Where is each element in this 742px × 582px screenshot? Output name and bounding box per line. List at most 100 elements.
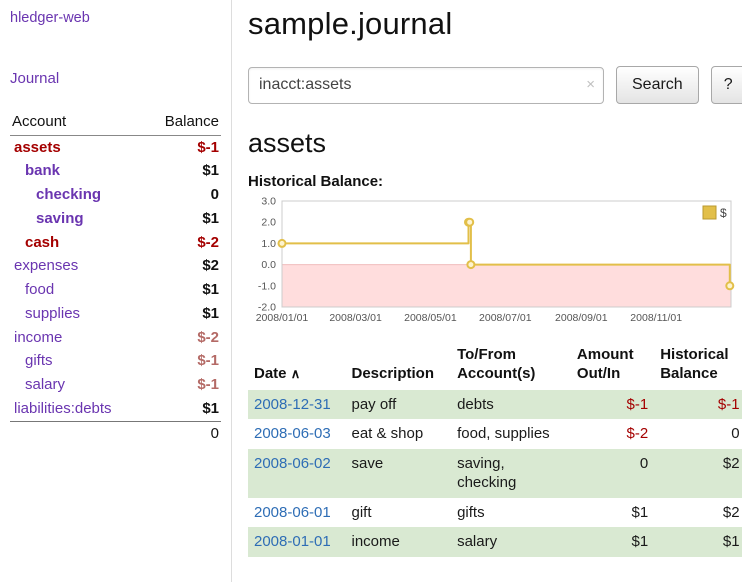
account-balance: $2: [202, 257, 219, 276]
account-balance: $-2: [197, 329, 219, 348]
txn-row: 2008-06-03 eat & shop food, supplies $-2…: [248, 419, 742, 449]
account-link[interactable]: bank: [12, 162, 60, 181]
txn-header-balance[interactable]: Historical Balance: [654, 342, 742, 390]
txn-amount: $1: [571, 527, 654, 557]
account-link[interactable]: expenses: [12, 257, 78, 276]
balance-chart-svg: 3.02.01.00.0-1.0-2.02008/01/012008/03/01…: [248, 194, 736, 332]
txn-accounts: salary: [451, 527, 571, 557]
account-balance: $1: [202, 210, 219, 229]
account-link[interactable]: assets: [12, 139, 61, 158]
txn-amount: 0: [571, 449, 654, 498]
txn-header-description[interactable]: Description: [345, 342, 451, 390]
account-row: salary $-1: [10, 374, 221, 398]
account-row: assets $-1: [10, 136, 221, 160]
txn-accounts: gifts: [451, 498, 571, 528]
search-input-wrap: ×: [248, 67, 604, 104]
txn-accounts: food, supplies: [451, 419, 571, 449]
accounts-total-row: 0: [10, 421, 221, 445]
sidebar-journal-link[interactable]: Journal: [10, 70, 221, 87]
txn-accounts: saving, checking: [451, 449, 571, 498]
txn-balance: $2: [654, 498, 742, 528]
txn-description: eat & shop: [345, 419, 451, 449]
account-balance: $-2: [197, 234, 219, 253]
account-heading: assets: [248, 128, 742, 159]
historical-balance-chart: 3.02.01.00.0-1.0-2.02008/01/012008/03/01…: [248, 194, 742, 332]
account-balance: $-1: [197, 352, 219, 371]
y-tick-label: 2.0: [261, 217, 276, 229]
txn-row: 2008-01-01 income salary $1 $1: [248, 527, 742, 557]
accounts-header-balance: Balance: [165, 113, 219, 130]
account-row: checking 0: [10, 184, 221, 208]
txn-balance: $-1: [654, 390, 742, 420]
accounts-list: assets $-1 bank $1 checking 0 saving $1 …: [10, 136, 221, 421]
txn-balance: $1: [654, 527, 742, 557]
txn-date-link[interactable]: 2008-06-02: [254, 455, 331, 472]
txn-description: pay off: [345, 390, 451, 420]
x-tick-label: 2008/03/01: [329, 312, 382, 324]
search-button[interactable]: Search: [616, 66, 699, 104]
data-point-marker: [279, 240, 286, 247]
x-tick-label: 2008/07/01: [479, 312, 532, 324]
sidebar: hledger-web Journal Account Balance asse…: [0, 0, 232, 582]
account-link[interactable]: supplies: [12, 305, 80, 324]
account-row: food $1: [10, 279, 221, 303]
account-link[interactable]: liabilities:debts: [12, 400, 112, 419]
page-title: sample.journal: [248, 6, 742, 42]
account-row: supplies $1: [10, 302, 221, 326]
account-link[interactable]: income: [12, 329, 62, 348]
account-row: expenses $2: [10, 255, 221, 279]
x-tick-label: 2008/01/01: [256, 312, 309, 324]
txn-balance: $2: [654, 449, 742, 498]
txn-description: gift: [345, 498, 451, 528]
txn-header-accounts[interactable]: To/From Account(s): [451, 342, 571, 390]
help-button[interactable]: ?: [711, 66, 742, 104]
txn-amount: $-2: [571, 419, 654, 449]
transactions-table: Date ∧ Description To/From Account(s) Am…: [248, 342, 742, 557]
clear-search-icon[interactable]: ×: [586, 77, 595, 92]
search-input[interactable]: [248, 67, 604, 104]
txn-date-link[interactable]: 2008-06-01: [254, 504, 331, 521]
txn-description: save: [345, 449, 451, 498]
account-link[interactable]: food: [12, 281, 54, 300]
transactions-header-row: Date ∧ Description To/From Account(s) Am…: [248, 342, 742, 390]
txn-row: 2008-06-02 save saving, checking 0 $2: [248, 449, 742, 498]
account-balance: $1: [202, 305, 219, 324]
app: hledger-web Journal Account Balance asse…: [0, 0, 742, 582]
account-link[interactable]: salary: [12, 376, 65, 395]
data-point-marker: [467, 261, 474, 268]
txn-header-amount[interactable]: Amount Out/In: [571, 342, 654, 390]
chart-title: Historical Balance:: [248, 173, 742, 190]
legend-label: $: [720, 206, 727, 220]
search-bar: × Search ?: [248, 66, 742, 104]
txn-accounts: debts: [451, 390, 571, 420]
main-content: sample.journal × Search ? assets Histori…: [232, 0, 742, 582]
txn-amount: $-1: [571, 390, 654, 420]
transactions-body: 2008-12-31 pay off debts $-1 $-1 2008-06…: [248, 390, 742, 557]
y-tick-label: 3.0: [261, 196, 276, 208]
account-link[interactable]: checking: [12, 186, 101, 205]
account-link[interactable]: gifts: [12, 352, 53, 371]
txn-amount: $1: [571, 498, 654, 528]
txn-date-link[interactable]: 2008-06-03: [254, 425, 331, 442]
account-balance: $1: [202, 281, 219, 300]
data-point-marker: [726, 282, 733, 289]
txn-row: 2008-06-01 gift gifts $1 $2: [248, 498, 742, 528]
account-link[interactable]: saving: [12, 210, 84, 229]
accounts-header: Account Balance: [10, 111, 221, 136]
account-link[interactable]: cash: [12, 234, 59, 253]
txn-header-date[interactable]: Date ∧: [248, 342, 345, 390]
y-tick-label: -1.0: [258, 280, 276, 292]
app-brand-link[interactable]: hledger-web: [10, 10, 221, 26]
txn-balance: 0: [654, 419, 742, 449]
account-balance: $-1: [197, 376, 219, 395]
x-tick-label: 2008/09/01: [555, 312, 608, 324]
txn-description: income: [345, 527, 451, 557]
txn-date-link[interactable]: 2008-12-31: [254, 396, 331, 413]
accounts-panel: Account Balance assets $-1 bank $1 check…: [10, 111, 221, 445]
txn-date-link[interactable]: 2008-01-01: [254, 533, 331, 550]
negative-region: [282, 265, 731, 307]
y-tick-label: 0.0: [261, 259, 276, 271]
accounts-total-value: 0: [211, 425, 219, 442]
data-point-marker: [466, 219, 473, 226]
account-row: liabilities:debts $1: [10, 397, 221, 421]
